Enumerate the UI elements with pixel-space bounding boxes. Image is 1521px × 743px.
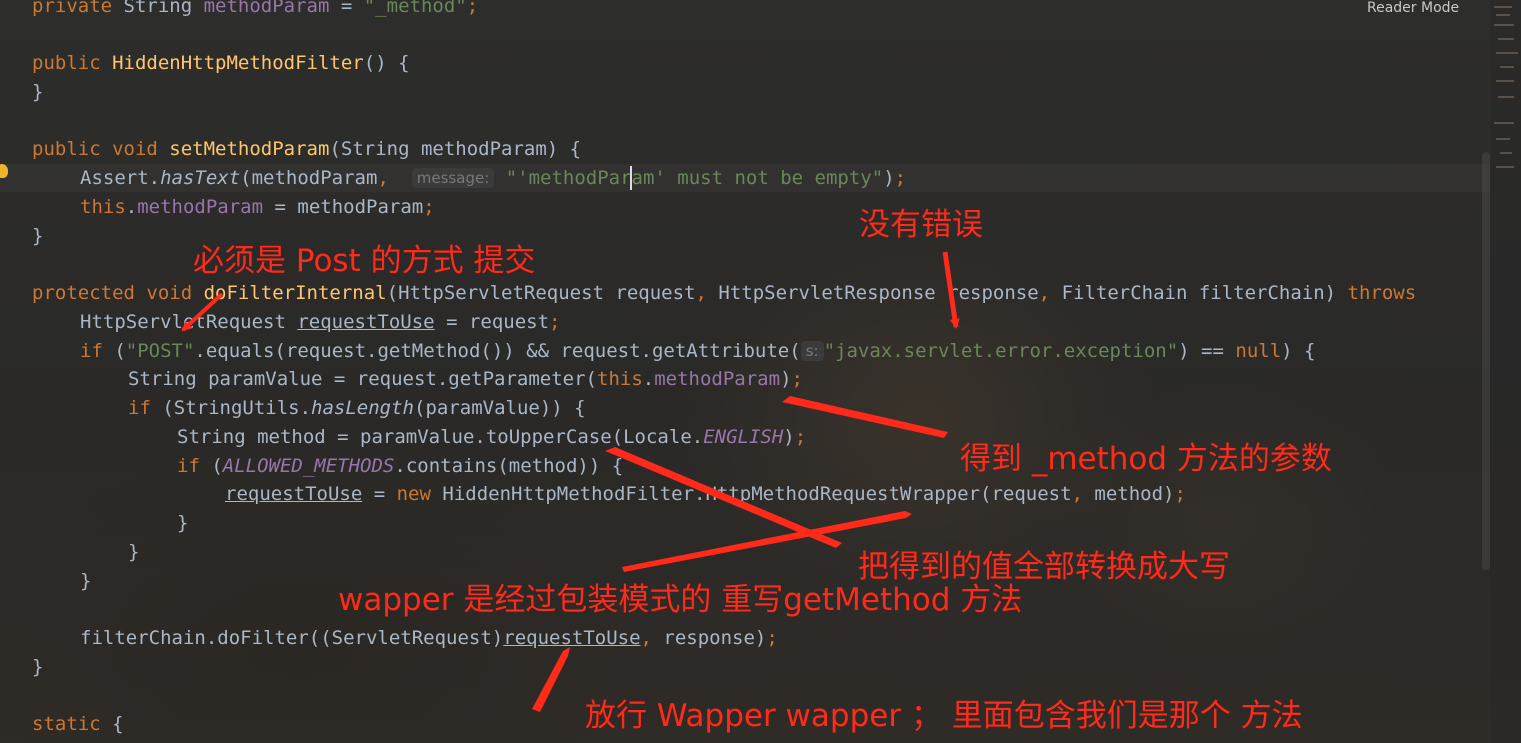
- arrow-no-error: [942, 251, 960, 329]
- annotation-arrows: [181, 251, 960, 712]
- arrow-get-param: [782, 396, 948, 438]
- arrow-must-post: [181, 292, 224, 332]
- annotation-must-post: 必须是 Post 的方式 提交: [193, 243, 536, 279]
- annotation-pass-wrapper: 放行 Wapper wapper ； 里面包含我们是那个 方法: [585, 698, 1303, 734]
- arrow-pass: [532, 647, 570, 712]
- annotation-wrapper: wapper 是经过包装模式的 重写getMethod 方法: [338, 582, 1023, 618]
- annotation-no-error: 没有错误: [859, 207, 983, 243]
- annotation-get-param: 得到 _method 方法的参数: [960, 441, 1332, 477]
